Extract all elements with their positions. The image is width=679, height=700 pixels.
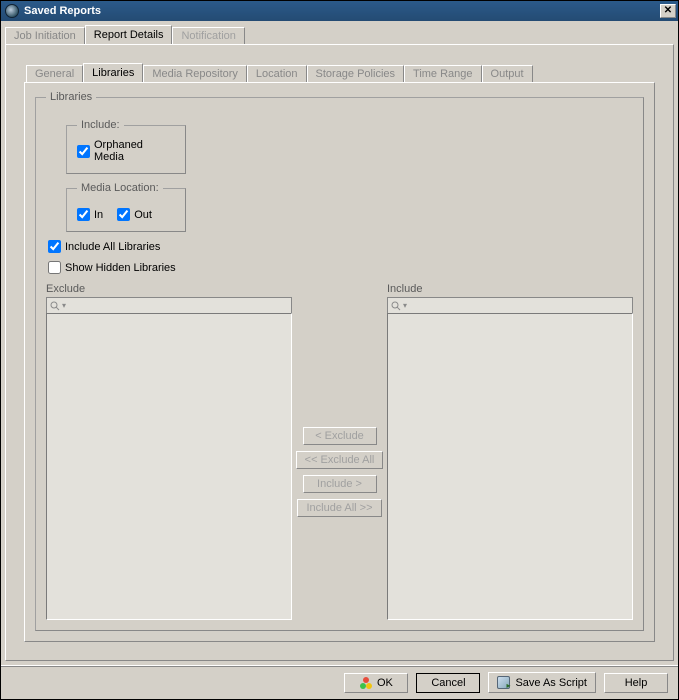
- app-icon: [5, 4, 19, 18]
- chk-include-all-libraries[interactable]: Include All Libraries: [48, 240, 633, 253]
- chk-in-label: In: [94, 209, 103, 221]
- chk-orphaned-media-input[interactable]: [77, 145, 90, 158]
- tab-time-range[interactable]: Time Range: [404, 65, 482, 83]
- close-icon[interactable]: ✕: [660, 4, 676, 18]
- ok-button[interactable]: OK: [344, 673, 408, 693]
- group-libraries-legend: Libraries: [46, 91, 96, 103]
- chk-in-input[interactable]: [77, 208, 90, 221]
- exclude-listbox[interactable]: [46, 313, 292, 620]
- include-button[interactable]: Include >: [303, 475, 377, 493]
- group-libraries: Libraries Include: Orphaned Media Media …: [35, 91, 644, 631]
- chk-out[interactable]: Out: [117, 208, 152, 221]
- inner-tabstrip: General Libraries Media Repository Locat…: [26, 63, 655, 82]
- dialog-footer: OK Cancel Save As Script Help: [1, 665, 678, 699]
- tab-storage-policies[interactable]: Storage Policies: [307, 65, 405, 83]
- tab-media-repository[interactable]: Media Repository: [143, 65, 247, 83]
- chk-include-all-label: Include All Libraries: [65, 241, 160, 253]
- group-media-location: Media Location: In Out: [66, 182, 186, 232]
- search-icon: [50, 301, 60, 311]
- cancel-button[interactable]: Cancel: [416, 673, 480, 693]
- outer-tabstrip: Job Initiation Report Details Notificati…: [5, 25, 676, 44]
- libraries-panel: Libraries Include: Orphaned Media Media …: [24, 82, 655, 642]
- tab-notification[interactable]: Notification: [172, 27, 244, 45]
- titlebar[interactable]: Saved Reports ✕: [1, 1, 678, 21]
- window-title: Saved Reports: [24, 5, 660, 17]
- tab-job-initiation[interactable]: Job Initiation: [5, 27, 85, 45]
- include-all-button[interactable]: Include All >>: [297, 499, 381, 517]
- tab-location[interactable]: Location: [247, 65, 307, 83]
- dropdown-chevron-icon: ▾: [403, 301, 407, 310]
- chk-include-all-input[interactable]: [48, 240, 61, 253]
- exclude-all-button[interactable]: << Exclude All: [296, 451, 384, 469]
- chk-in[interactable]: In: [77, 208, 103, 221]
- group-include: Include: Orphaned Media: [66, 119, 186, 174]
- exclude-label: Exclude: [46, 283, 292, 295]
- include-listbox[interactable]: [387, 313, 633, 620]
- chk-out-label: Out: [134, 209, 152, 221]
- exclude-button[interactable]: < Exclude: [303, 427, 377, 445]
- include-label: Include: [387, 283, 633, 295]
- dialog-saved-reports: Saved Reports ✕ Job Initiation Report De…: [0, 0, 679, 700]
- inner-tab-area: General Libraries Media Repository Locat…: [24, 63, 655, 642]
- save-script-label: Save As Script: [515, 677, 587, 689]
- group-media-location-legend: Media Location:: [77, 182, 163, 194]
- chk-show-hidden-libraries[interactable]: Show Hidden Libraries: [48, 261, 633, 274]
- dropdown-chevron-icon: ▾: [62, 301, 66, 310]
- tab-general[interactable]: General: [26, 65, 83, 83]
- dual-list-area: Exclude ▾ < Exclude << Exclude All: [46, 283, 633, 620]
- exclude-column: Exclude ▾: [46, 283, 292, 620]
- chk-show-hidden-input[interactable]: [48, 261, 61, 274]
- include-column: Include ▾: [387, 283, 633, 620]
- save-as-script-button[interactable]: Save As Script: [488, 672, 596, 693]
- ok-label: OK: [377, 677, 393, 689]
- ok-icon: [360, 677, 372, 689]
- tab-report-details[interactable]: Report Details: [85, 25, 173, 44]
- outer-tab-area: Job Initiation Report Details Notificati…: [1, 21, 678, 665]
- report-details-panel: General Libraries Media Repository Locat…: [5, 44, 674, 661]
- chk-orphaned-media[interactable]: Orphaned Media: [77, 139, 175, 163]
- group-include-legend: Include:: [77, 119, 124, 131]
- search-icon: [391, 301, 401, 311]
- tab-output[interactable]: Output: [482, 65, 533, 83]
- help-button[interactable]: Help: [604, 673, 668, 693]
- tab-libraries[interactable]: Libraries: [83, 63, 143, 82]
- chk-show-hidden-label: Show Hidden Libraries: [65, 262, 176, 274]
- include-search[interactable]: ▾: [387, 297, 633, 313]
- exclude-search[interactable]: ▾: [46, 297, 292, 313]
- move-buttons: < Exclude << Exclude All Include > Inclu…: [292, 283, 387, 620]
- chk-orphaned-media-label: Orphaned Media: [94, 139, 175, 163]
- chk-out-input[interactable]: [117, 208, 130, 221]
- cancel-label: Cancel: [431, 677, 465, 689]
- script-icon: [497, 676, 510, 689]
- help-label: Help: [625, 677, 648, 689]
